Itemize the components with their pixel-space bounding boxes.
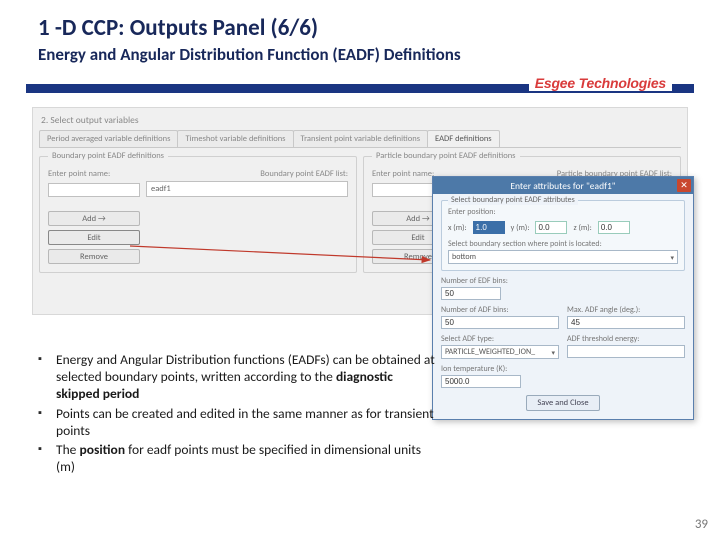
page-subtitle: Energy and Angular Distribution Function… <box>38 44 690 65</box>
group-legend-right: Particle boundary point EADF definitions <box>372 151 520 161</box>
adf-threshold-input[interactable] <box>567 345 685 358</box>
bullet-3: The position for eadf points must be spe… <box>36 442 436 476</box>
tab-transient-point[interactable]: Transient point variable definitions <box>293 130 429 147</box>
adf-threshold-label: ADF threshold energy: <box>567 334 685 344</box>
y-input[interactable] <box>535 221 567 234</box>
remove-button[interactable]: Remove <box>48 249 140 264</box>
bullet-list: Energy and Angular Distribution function… <box>36 352 436 479</box>
edf-bins-label: Number of EDF bins: <box>441 276 685 286</box>
z-label: z (m): <box>573 223 591 233</box>
point-name-input[interactable] <box>48 183 140 197</box>
list-label-left: Boundary point EADF list: <box>146 169 348 179</box>
bullet-1: Energy and Angular Distribution function… <box>36 352 436 403</box>
brand-logo: Esgee Technologies <box>529 75 672 91</box>
divider: Esgee Technologies <box>26 75 694 97</box>
tab-period-averaged[interactable]: Period averaged variable definitions <box>39 130 178 147</box>
x-label: x (m): <box>448 223 467 233</box>
z-input[interactable] <box>598 221 630 234</box>
edit-button[interactable]: Edit <box>48 230 140 245</box>
tab-eadf-definitions[interactable]: EADF definitions <box>427 130 500 147</box>
dialog-group-legend: Select boundary point EADF attributes <box>448 195 578 205</box>
bullet-2: Points can be created and edited in the … <box>36 406 436 440</box>
page-title: 1 -D CCP: Outputs Panel (6/6) <box>38 14 690 42</box>
adf-type-select[interactable]: PARTICLE_WEIGHTED_ION_ <box>441 345 559 359</box>
close-icon[interactable]: ✕ <box>677 179 691 192</box>
boundary-point-eadf-group: Boundary point EADF definitions Enter po… <box>39 156 357 273</box>
enter-position-label: Enter position: <box>448 207 678 217</box>
x-input[interactable] <box>473 221 505 234</box>
ion-temperature-label: Ion temperature (K): <box>441 364 685 374</box>
adf-bins-input[interactable] <box>441 316 559 329</box>
page-number: 39 <box>695 517 708 532</box>
list-item[interactable]: eadf1 <box>151 184 343 194</box>
max-adf-angle-label: Max. ADF angle (deg.): <box>567 305 685 315</box>
save-and-close-button[interactable]: Save and Close <box>526 395 599 411</box>
tab-timeshot[interactable]: Timeshot variable definitions <box>177 130 293 147</box>
enter-point-name-label: Enter point name: <box>48 169 140 179</box>
adf-type-label: Select ADF type: <box>441 334 559 344</box>
eadf-attributes-group: Select boundary point EADF attributes En… <box>441 200 685 271</box>
eadf-attributes-dialog: Enter attributes for "eadf1" ✕ Select bo… <box>432 176 694 420</box>
group-legend-left: Boundary point EADF definitions <box>48 151 168 161</box>
add-button[interactable]: Add → <box>48 211 140 226</box>
dialog-title: Enter attributes for "eadf1" <box>510 180 615 192</box>
dialog-title-bar: Enter attributes for "eadf1" ✕ <box>433 177 693 194</box>
step-label: 2. Select output variables <box>33 108 687 130</box>
boundary-eadf-listbox[interactable]: eadf1 <box>146 181 348 197</box>
boundary-section-label: Select boundary section where point is l… <box>448 239 678 249</box>
max-adf-angle-input[interactable] <box>567 316 685 329</box>
tab-bar: Period averaged variable definitions Tim… <box>39 130 681 148</box>
y-label: y (m): <box>511 223 530 233</box>
boundary-section-select[interactable]: bottom <box>448 250 678 264</box>
ion-temperature-input[interactable] <box>441 375 521 388</box>
edf-bins-input[interactable] <box>441 287 501 300</box>
adf-bins-label: Number of ADF bins: <box>441 305 559 315</box>
